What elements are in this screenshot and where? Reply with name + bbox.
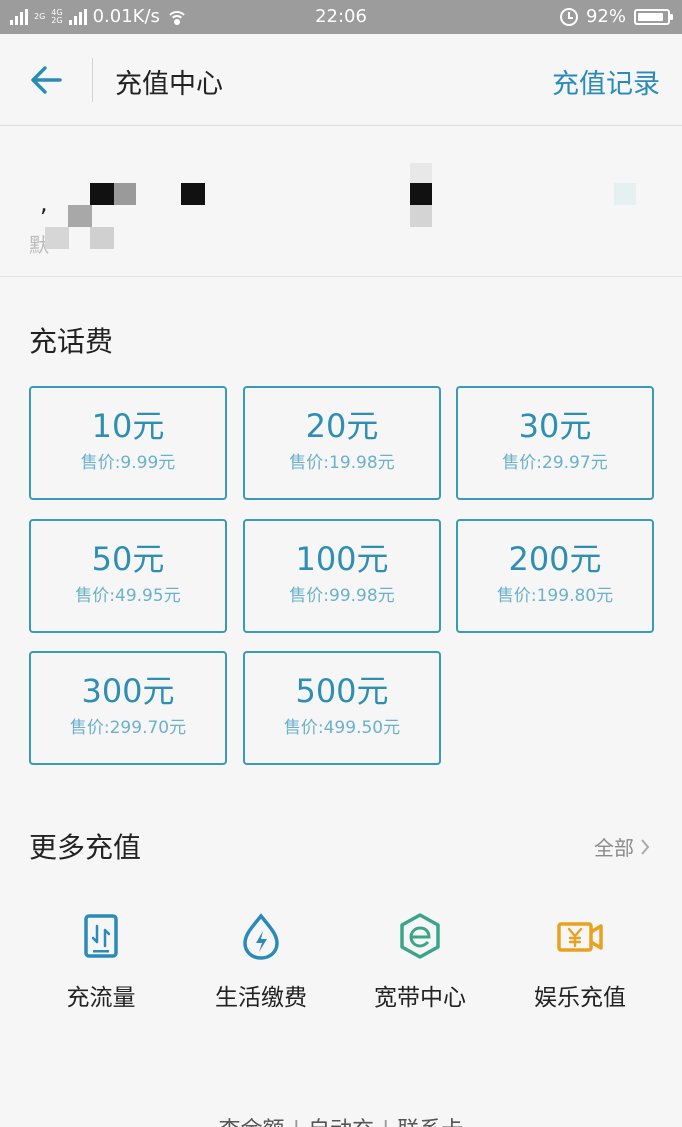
recharge-amount: 30元 — [518, 407, 592, 445]
recharge-amount: 20元 — [305, 407, 379, 445]
service-broadband[interactable]: 宽带中心 — [340, 912, 500, 1012]
battery-icon — [634, 8, 673, 25]
recharge-price: 售价:499.50元 — [283, 718, 401, 738]
service-utility-payment[interactable]: 生活缴费 — [181, 912, 341, 1012]
entertainment-icon — [557, 922, 603, 952]
footer-separator: | — [293, 1118, 300, 1127]
app-bar: 充值中心 充值记录 — [0, 34, 682, 126]
more-recharge-section-title: 更多充值 — [29, 831, 142, 864]
mask-block — [114, 183, 136, 205]
mask-block — [410, 163, 432, 183]
footer-link-auto-recharge[interactable]: 自动充 — [308, 1118, 374, 1127]
recharge-tile[interactable]: 200元售价:199.80元 — [456, 519, 654, 633]
service-label: 充流量 — [66, 985, 136, 1011]
mask-block — [90, 183, 114, 205]
service-data-traffic[interactable]: 充流量 — [21, 912, 181, 1012]
footer-separator: | — [382, 1118, 389, 1127]
service-label: 生活缴费 — [215, 985, 307, 1011]
view-all-label: 全部 — [594, 836, 634, 860]
recharge-tile[interactable]: 30元售价:29.97元 — [456, 386, 654, 500]
service-entertainment[interactable]: 娱乐充值 — [500, 912, 660, 1012]
recharge-amount: 50元 — [91, 540, 165, 578]
mask-block — [410, 205, 432, 227]
mask-block — [614, 183, 636, 205]
recharge-tile[interactable]: 300元售价:299.70元 — [29, 651, 227, 765]
back-arrow-icon — [31, 66, 62, 94]
recharge-amount: 500元 — [295, 672, 389, 710]
recharge-tile[interactable]: 100元售价:99.98元 — [243, 519, 441, 633]
header-divider — [92, 58, 93, 102]
mask-block — [68, 205, 92, 227]
mask-block — [45, 227, 69, 249]
back-button[interactable] — [24, 60, 68, 100]
recharge-amount: 200元 — [508, 540, 602, 578]
footer-links: 查余额 | 自动充 | 联系卡 — [0, 1112, 682, 1127]
footer-link-balance[interactable]: 查余额 — [219, 1118, 285, 1127]
recharge-price: 售价:9.99元 — [80, 453, 176, 473]
mask-block — [410, 183, 432, 205]
recharge-tile[interactable]: 10元售价:9.99元 — [29, 386, 227, 500]
page-title: 充值中心 — [115, 69, 223, 100]
broadband-icon — [400, 913, 440, 959]
recharge-amount: 10元 — [91, 407, 165, 445]
chevron-right-icon — [641, 838, 650, 855]
recharge-amount: 300元 — [81, 672, 175, 710]
data-traffic-icon — [84, 914, 118, 958]
status-bar: 2G 4G 2G 0.01K/s 22:06 92% — [0, 0, 682, 34]
service-label: 娱乐充值 — [534, 985, 626, 1011]
recharge-price: 售价:199.80元 — [496, 586, 614, 606]
alarm-icon — [559, 7, 578, 26]
recharge-price: 售价:29.97元 — [502, 453, 608, 473]
service-label: 宽带中心 — [374, 985, 466, 1011]
recharge-price: 售价:49.95元 — [75, 586, 181, 606]
phone-bill-section-title: 充话费 — [29, 325, 114, 358]
recharge-tile[interactable]: 500元售价:499.50元 — [243, 651, 441, 765]
mask-block — [181, 183, 205, 205]
footer-link-contact-card[interactable]: 联系卡 — [397, 1118, 463, 1127]
account-info: , 默 — [0, 127, 682, 277]
recharge-amount: 100元 — [295, 540, 389, 578]
battery-percent: 92% — [585, 6, 626, 27]
account-comma: , — [40, 189, 48, 217]
recharge-price: 售价:299.70元 — [69, 718, 187, 738]
recharge-price: 售价:19.98元 — [289, 453, 395, 473]
recharge-records-link[interactable]: 充值记录 — [552, 62, 660, 101]
view-all-link[interactable]: 全部 — [594, 832, 650, 861]
mask-block — [90, 227, 114, 249]
recharge-price: 售价:99.98元 — [289, 586, 395, 606]
recharge-tile[interactable]: 20元售价:19.98元 — [243, 386, 441, 500]
recharge-tile[interactable]: 50元售价:49.95元 — [29, 519, 227, 633]
utility-payment-icon — [243, 913, 279, 960]
